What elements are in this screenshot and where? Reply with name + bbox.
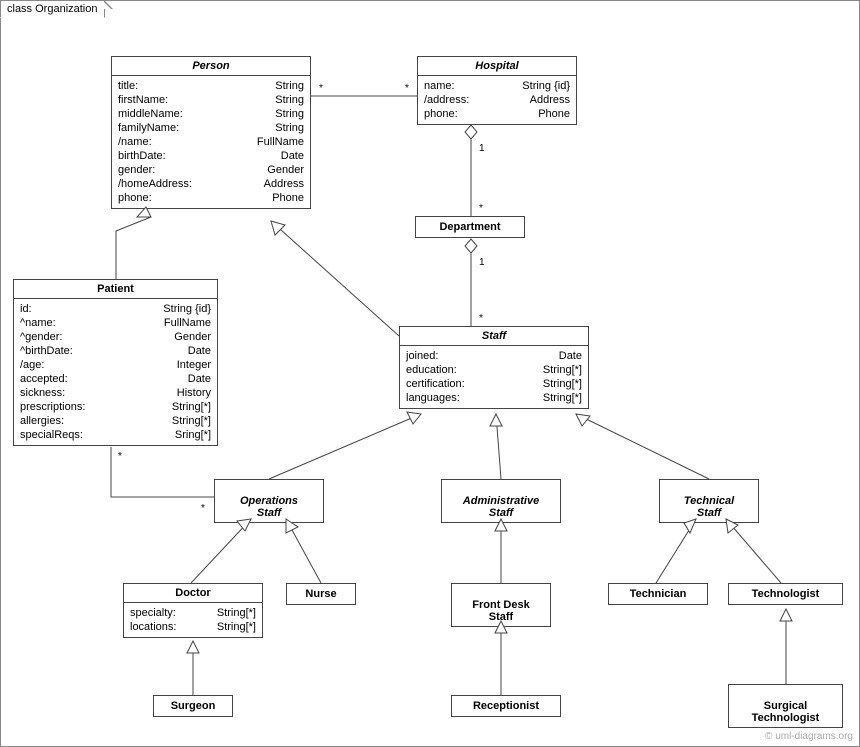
class-doctor: Doctor specialty:String[*]locations:Stri…	[123, 583, 263, 638]
mult-label: *	[319, 83, 323, 94]
class-title: Doctor	[124, 584, 262, 602]
attr-row: languages:String[*]	[406, 391, 582, 405]
attr-row: ^gender:Gender	[20, 330, 211, 344]
class-title: Nurse	[305, 588, 336, 600]
class-tech-staff: Technical Staff	[659, 479, 759, 523]
attr-row: phone:Phone	[118, 191, 304, 205]
mult-label: *	[405, 83, 409, 94]
class-staff: Staff joined:Dateeducation:String[*]cert…	[399, 326, 589, 409]
class-attrs: title:StringfirstName:StringmiddleName:S…	[112, 76, 310, 208]
attr-row: phone:Phone	[424, 107, 570, 121]
class-receptionist: Receptionist	[451, 695, 561, 717]
class-title: Front Desk Staff	[472, 599, 529, 623]
attr-row: sickness:History	[20, 386, 211, 400]
class-title: Hospital	[418, 57, 576, 75]
attr-row: name:String {id}	[424, 79, 570, 93]
attr-row: firstName:String	[118, 93, 304, 107]
class-nurse: Nurse	[286, 583, 356, 605]
attr-row: middleName:String	[118, 107, 304, 121]
attr-row: gender:Gender	[118, 163, 304, 177]
attr-row: locations:String[*]	[130, 620, 256, 634]
class-title: Department	[439, 221, 500, 233]
class-title: Patient	[14, 280, 217, 298]
attr-row: id:String {id}	[20, 302, 211, 316]
class-technician: Technician	[608, 583, 708, 605]
class-title: Person	[112, 57, 310, 75]
attr-row: accepted:Date	[20, 372, 211, 386]
class-ops-staff: Operations Staff	[214, 479, 324, 523]
class-patient: Patient id:String {id}^name:FullName^gen…	[13, 279, 218, 446]
class-surgeon: Surgeon	[153, 695, 233, 717]
class-attrs: specialty:String[*]locations:String[*]	[124, 603, 262, 637]
class-title: Technician	[630, 588, 687, 600]
attr-row: ^name:FullName	[20, 316, 211, 330]
frame-tab: class Organization	[0, 0, 105, 18]
attr-row: specialReqs:Sring[*]	[20, 428, 211, 442]
attr-row: /age:Integer	[20, 358, 211, 372]
mult-label: *	[479, 203, 483, 214]
class-title: Administrative Staff	[463, 495, 539, 519]
attr-row: birthDate:Date	[118, 149, 304, 163]
attr-row: title:String	[118, 79, 304, 93]
mult-label: *	[479, 313, 483, 324]
watermark: © uml-diagrams.org	[765, 731, 853, 742]
class-title: Surgical Technologist	[752, 700, 820, 724]
class-title: Surgeon	[171, 700, 216, 712]
class-title: Technical Staff	[684, 495, 734, 519]
class-title: Operations Staff	[240, 495, 298, 519]
frame-title: class Organization	[7, 3, 98, 15]
class-attrs: joined:Dateeducation:String[*]certificat…	[400, 346, 588, 408]
mult-label: *	[118, 451, 122, 462]
mult-label: *	[201, 503, 205, 514]
attr-row: ^birthDate:Date	[20, 344, 211, 358]
attr-row: prescriptions:String[*]	[20, 400, 211, 414]
attr-row: specialty:String[*]	[130, 606, 256, 620]
class-person: Person title:StringfirstName:Stringmiddl…	[111, 56, 311, 209]
class-title: Receptionist	[473, 700, 539, 712]
attr-row: familyName:String	[118, 121, 304, 135]
diagram-canvas: class Organization Person title:Stringfi…	[0, 0, 860, 747]
attr-row: /name:FullName	[118, 135, 304, 149]
attr-row: /address:Address	[424, 93, 570, 107]
class-title: Staff	[400, 327, 588, 345]
class-surg-tech: Surgical Technologist	[728, 684, 843, 728]
class-attrs: name:String {id}/address:Addressphone:Ph…	[418, 76, 576, 124]
attr-row: /homeAddress:Address	[118, 177, 304, 191]
class-title: Technologist	[752, 588, 820, 600]
attr-row: allergies:String[*]	[20, 414, 211, 428]
mult-label: 1	[479, 257, 485, 268]
attr-row: education:String[*]	[406, 363, 582, 377]
class-front-desk: Front Desk Staff	[451, 583, 551, 627]
attr-row: joined:Date	[406, 349, 582, 363]
class-hospital: Hospital name:String {id}/address:Addres…	[417, 56, 577, 125]
class-attrs: id:String {id}^name:FullName^gender:Gend…	[14, 299, 217, 445]
class-department: Department	[415, 216, 525, 238]
mult-label: 1	[479, 143, 485, 154]
class-admin-staff: Administrative Staff	[441, 479, 561, 523]
attr-row: certification:String[*]	[406, 377, 582, 391]
class-technologist: Technologist	[728, 583, 843, 605]
